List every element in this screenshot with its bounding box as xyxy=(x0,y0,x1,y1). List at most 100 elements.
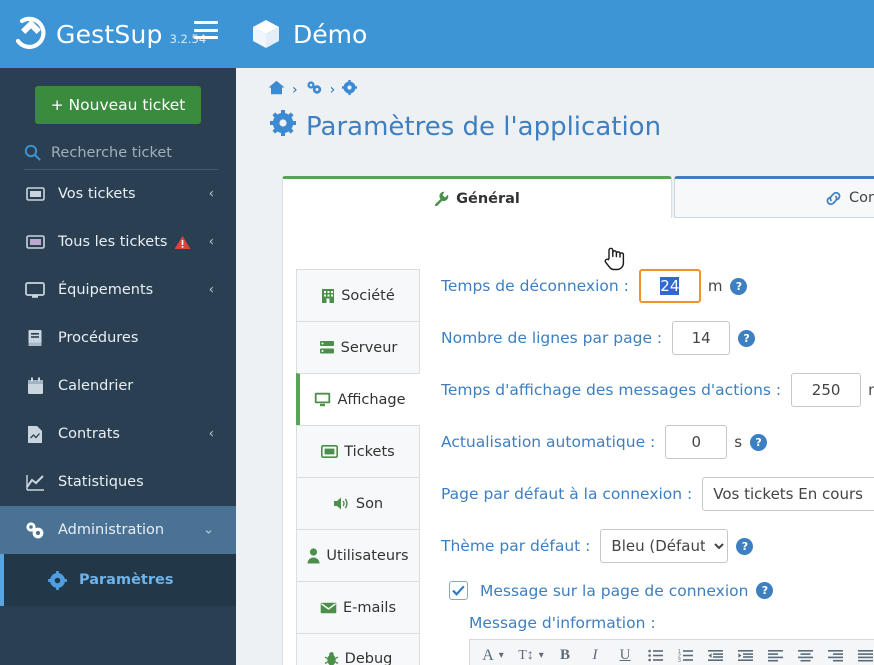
application-window: GestSup 3.2.54 + Nouveau ticket Recherch… xyxy=(0,0,874,665)
font-size-icon[interactable]: T↕ ▾ xyxy=(514,643,548,665)
breadcrumb-cogs-icon[interactable] xyxy=(305,80,323,99)
brand-name: GestSup xyxy=(56,19,163,49)
envelope-icon xyxy=(320,602,337,614)
sidebar-item-equipements[interactable]: Équipements ‹ xyxy=(0,266,236,314)
default-theme-label: Thème par défaut : xyxy=(441,537,591,555)
vtab-societe[interactable]: Société xyxy=(296,269,420,321)
breadcrumb-gear-icon[interactable] xyxy=(342,80,358,99)
italic-icon[interactable]: I xyxy=(582,643,608,665)
sidebar-item-vos-tickets[interactable]: Vos tickets ‹ xyxy=(0,170,236,218)
chevron-down-icon: ⌄ xyxy=(203,522,214,538)
default-theme-select[interactable]: Bleu (Défaut) xyxy=(600,529,729,563)
default-page-select[interactable]: Vos tickets En cours xyxy=(702,477,874,511)
vtab-affichage[interactable]: Affichage xyxy=(296,373,420,425)
align-center-icon[interactable] xyxy=(792,643,818,665)
logout-time-label: Temps de déconnexion : xyxy=(441,277,629,295)
sidebar-item-parametres[interactable]: Paramètres xyxy=(0,554,236,606)
content-area: › › Paramètres de l'application Général … xyxy=(236,68,874,665)
gestsup-logo-icon xyxy=(8,11,54,57)
ticket-icon xyxy=(24,187,46,201)
bullet-list-icon[interactable] xyxy=(642,643,668,665)
action-message-time-label: Temps d'affichage des messages d'actions… xyxy=(441,381,782,399)
sidebar-item-administration[interactable]: Administration ⌄ xyxy=(0,506,236,554)
align-justify-icon[interactable] xyxy=(852,643,874,665)
align-right-icon[interactable] xyxy=(822,643,848,665)
auto-refresh-input[interactable] xyxy=(665,425,728,459)
vtab-label: Tickets xyxy=(344,443,395,460)
field-row-default-page: Page par défaut à la connexion : Vos tic… xyxy=(441,477,874,511)
action-message-time-unit: ms xyxy=(868,381,874,399)
vtab-emails[interactable]: E-mails xyxy=(296,581,420,633)
logout-time-unit: m xyxy=(707,277,723,295)
font-color-icon[interactable]: A ▾ xyxy=(476,643,510,665)
vtab-utilisateurs[interactable]: Utilisateurs xyxy=(296,529,420,581)
vtab-label: E-mails xyxy=(342,599,396,616)
vtab-debug[interactable]: Debug xyxy=(296,633,420,665)
gear-icon xyxy=(46,570,68,590)
login-message-label: Message sur la page de connexion xyxy=(480,581,749,600)
vtab-serveur[interactable]: Serveur xyxy=(296,321,420,373)
auto-refresh-unit: s xyxy=(734,433,743,451)
server-icon xyxy=(319,340,335,355)
outdent-icon[interactable] xyxy=(702,643,728,665)
tab-general[interactable]: Général xyxy=(282,176,672,218)
field-row-action-message-time: Temps d'affichage des messages d'actions… xyxy=(441,373,874,407)
logout-time-input[interactable] xyxy=(638,269,701,303)
vtab-label: Debug xyxy=(344,651,393,665)
search-icon xyxy=(24,144,41,161)
sidebar-item-label: Tous les tickets xyxy=(58,234,168,250)
sidebar-item-calendrier[interactable]: Calendrier xyxy=(0,362,236,410)
align-left-icon[interactable] xyxy=(762,643,788,665)
breadcrumb-home-icon[interactable] xyxy=(268,80,285,99)
login-message-checkbox[interactable] xyxy=(449,581,468,600)
chart-line-icon xyxy=(24,474,46,491)
vtab-son[interactable]: Son xyxy=(296,477,420,529)
action-message-time-input[interactable] xyxy=(791,373,862,407)
help-icon[interactable]: ? xyxy=(730,277,748,295)
help-icon[interactable]: ? xyxy=(736,537,754,555)
vtab-label: Utilisateurs xyxy=(326,547,409,564)
book-icon xyxy=(24,329,46,347)
sidebar-brand-bar: GestSup 3.2.54 xyxy=(0,0,236,68)
hamburger-icon[interactable] xyxy=(194,21,218,39)
new-ticket-button[interactable]: + Nouveau ticket xyxy=(35,86,201,124)
top-bar: Démo xyxy=(236,0,874,68)
bug-icon xyxy=(324,651,339,665)
field-row-default-theme: Thème par défaut : Bleu (Défaut) ? xyxy=(441,529,874,563)
sidebar-item-tous-les-tickets[interactable]: Tous les tickets ‹ xyxy=(0,218,236,266)
numbered-list-icon[interactable]: 123 xyxy=(672,643,698,665)
field-row-rows-per-page: Nombre de lignes par page : ? xyxy=(441,321,874,355)
sidebar-item-contrats[interactable]: Contrats ‹ xyxy=(0,410,236,458)
indent-icon[interactable] xyxy=(732,643,758,665)
tab-label: Général xyxy=(456,190,520,207)
sidebar: GestSup 3.2.54 + Nouveau ticket Recherch… xyxy=(0,0,236,665)
sidebar-item-label: Statistiques xyxy=(58,474,144,490)
help-icon[interactable]: ? xyxy=(750,433,768,451)
volume-icon xyxy=(333,496,350,511)
bold-icon[interactable]: B xyxy=(552,643,578,665)
chevron-left-icon: ‹ xyxy=(208,426,214,442)
chevron-left-icon: ‹ xyxy=(208,234,214,250)
vtab-tickets[interactable]: Tickets xyxy=(296,425,420,477)
rows-per-page-input[interactable] xyxy=(672,321,731,355)
help-icon[interactable]: ? xyxy=(756,582,774,599)
warning-icon xyxy=(174,235,191,250)
breadcrumb-separator: › xyxy=(292,81,298,98)
wrench-icon xyxy=(434,191,449,206)
sidebar-item-statistiques[interactable]: Statistiques xyxy=(0,458,236,506)
gear-icon xyxy=(270,110,296,143)
underline-icon[interactable]: U xyxy=(612,643,638,665)
info-message-label: Message d'information : xyxy=(469,614,656,632)
settings-form: Temps de déconnexion : m ? Nombre de lig… xyxy=(441,269,874,665)
page-title: Paramètres de l'application xyxy=(236,99,874,143)
chevron-left-icon: ‹ xyxy=(208,186,214,202)
search-ticket-row[interactable]: Recherche ticket xyxy=(24,144,218,170)
display-icon xyxy=(314,392,331,407)
sidebar-item-procedures[interactable]: Procédures xyxy=(0,314,236,362)
page-title-text: Paramètres de l'application xyxy=(306,111,662,142)
field-row-login-message: Message sur la page de connexion ? xyxy=(449,581,874,600)
vtab-label: Société xyxy=(341,287,395,304)
help-icon[interactable]: ? xyxy=(738,329,756,347)
search-input[interactable]: Recherche ticket xyxy=(51,145,172,161)
tab-connexion[interactable]: Conn xyxy=(674,176,874,218)
